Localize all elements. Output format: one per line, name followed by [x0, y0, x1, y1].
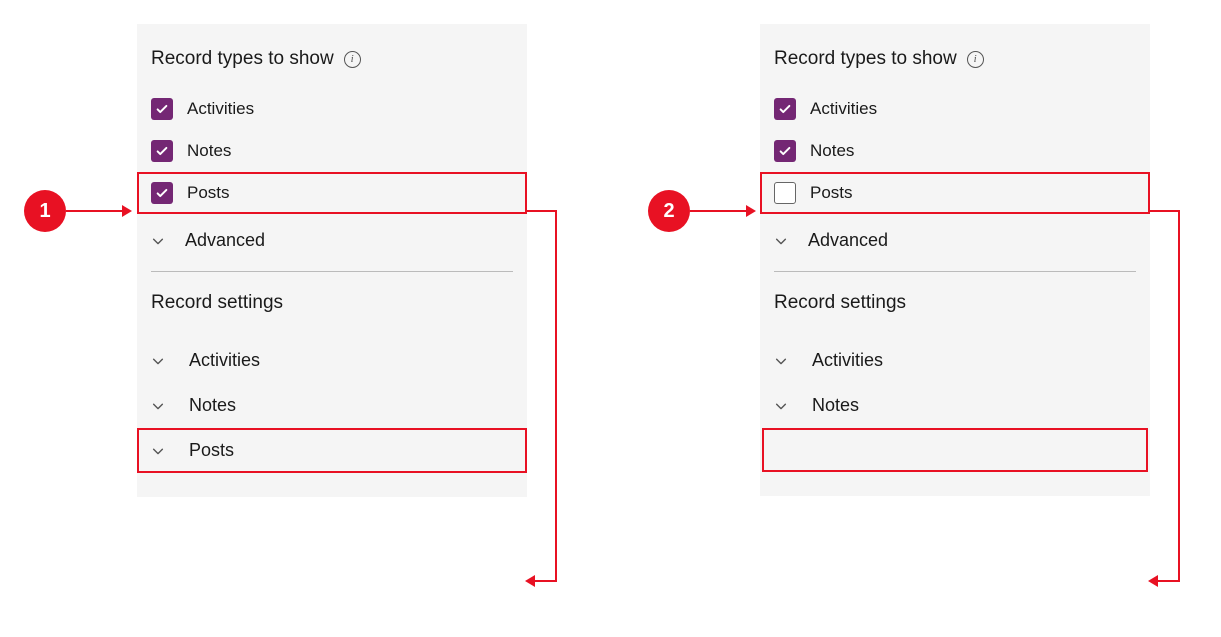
- callout-connector: [555, 210, 557, 581]
- callout-connector: [1178, 210, 1180, 581]
- settings-row-posts[interactable]: Posts: [137, 428, 527, 473]
- checkbox-notes[interactable]: [151, 140, 173, 162]
- advanced-expander[interactable]: Advanced: [760, 214, 1150, 267]
- checkmark-icon: [778, 144, 792, 158]
- chevron-down-icon: [774, 234, 788, 248]
- checkbox-row-posts[interactable]: Posts: [137, 172, 527, 214]
- record-types-title: Record types to show: [151, 48, 334, 70]
- advanced-expander[interactable]: Advanced: [137, 214, 527, 267]
- chevron-down-icon: [151, 399, 165, 413]
- checkbox-posts[interactable]: [151, 182, 173, 204]
- checkmark-icon: [155, 102, 169, 116]
- settings-label-notes: Notes: [812, 395, 859, 416]
- callout-connector: [1150, 210, 1180, 212]
- callout-badge-1: 1: [24, 190, 66, 232]
- checkbox-activities[interactable]: [774, 98, 796, 120]
- checkbox-label-notes: Notes: [810, 141, 854, 161]
- callout-arrow-1: [66, 210, 130, 212]
- callout-badge-2: 2: [648, 190, 690, 232]
- checkbox-label-posts: Posts: [187, 183, 230, 203]
- record-settings-title: Record settings: [137, 282, 527, 338]
- settings-panel-2: Record types to show i Activities Notes …: [760, 24, 1150, 496]
- settings-row-notes[interactable]: Notes: [760, 383, 1150, 428]
- checkbox-label-activities: Activities: [810, 99, 877, 119]
- checkbox-row-activities[interactable]: Activities: [760, 88, 1150, 130]
- separator: [151, 271, 513, 272]
- callout-connector: [1150, 580, 1180, 582]
- chevron-down-icon: [151, 234, 165, 248]
- callout-arrow-2: [690, 210, 754, 212]
- separator: [774, 271, 1136, 272]
- checkbox-label-posts: Posts: [810, 183, 853, 203]
- record-settings-title: Record settings: [760, 282, 1150, 338]
- record-types-title: Record types to show: [774, 48, 957, 70]
- chevron-down-icon: [774, 354, 788, 368]
- callout-number: 2: [663, 200, 674, 223]
- settings-panel-1: Record types to show i Activities Notes …: [137, 24, 527, 497]
- checkbox-row-notes[interactable]: Notes: [137, 130, 527, 172]
- checkbox-activities[interactable]: [151, 98, 173, 120]
- checkmark-icon: [155, 144, 169, 158]
- callout-connector: [527, 580, 557, 582]
- checkbox-row-posts[interactable]: Posts: [760, 172, 1150, 214]
- callout-connector: [527, 210, 557, 212]
- settings-label-notes: Notes: [189, 395, 236, 416]
- settings-row-activities[interactable]: Activities: [137, 338, 527, 383]
- checkbox-label-notes: Notes: [187, 141, 231, 161]
- settings-label-activities: Activities: [812, 350, 883, 371]
- info-icon[interactable]: i: [967, 51, 984, 68]
- checkbox-row-activities[interactable]: Activities: [137, 88, 527, 130]
- callout-number: 1: [39, 200, 50, 223]
- record-types-heading: Record types to show i: [760, 48, 1150, 88]
- checkbox-posts[interactable]: [774, 182, 796, 204]
- info-icon[interactable]: i: [344, 51, 361, 68]
- checkbox-row-notes[interactable]: Notes: [760, 130, 1150, 172]
- checkmark-icon: [155, 186, 169, 200]
- record-types-heading: Record types to show i: [137, 48, 527, 88]
- chevron-down-icon: [774, 399, 788, 413]
- checkbox-label-activities: Activities: [187, 99, 254, 119]
- chevron-down-icon: [151, 444, 165, 458]
- settings-row-activities[interactable]: Activities: [760, 338, 1150, 383]
- settings-row-notes[interactable]: Notes: [137, 383, 527, 428]
- settings-row-posts-missing: [762, 428, 1148, 472]
- advanced-label: Advanced: [808, 230, 888, 251]
- chevron-down-icon: [151, 354, 165, 368]
- checkmark-icon: [778, 102, 792, 116]
- checkbox-notes[interactable]: [774, 140, 796, 162]
- advanced-label: Advanced: [185, 230, 265, 251]
- settings-label-posts: Posts: [189, 440, 234, 461]
- settings-label-activities: Activities: [189, 350, 260, 371]
